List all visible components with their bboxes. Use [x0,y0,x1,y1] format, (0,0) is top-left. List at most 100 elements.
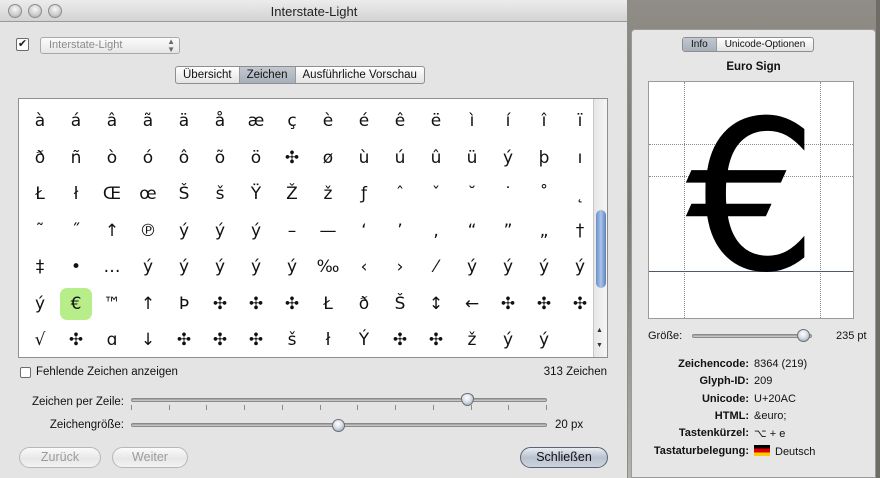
glyph-cell[interactable]: Ł [22,176,58,213]
glyph-cell[interactable]: ý [490,249,526,286]
glyph-cell[interactable]: é [346,103,382,140]
glyph-cell[interactable]: ð [346,286,382,323]
glyph-cell[interactable]: š [274,322,310,359]
glyph-cell[interactable]: ✣ [382,322,418,359]
next-button[interactable]: Weiter [112,447,188,468]
glyph-cell[interactable]: … [94,249,130,286]
scroll-thumb[interactable] [596,209,606,288]
glyph-cell[interactable]: ⁄ [418,249,454,286]
glyph-cell[interactable]: ã [130,103,166,140]
glyph-cell[interactable]: ˚ [526,176,562,213]
glyph-cell[interactable]: ’ [382,213,418,250]
title-bar[interactable]: Interstate-Light [0,0,627,22]
glyph-grid[interactable]: à á â ã ä å æ ç è é ê ë ì í î ï ð ñ ò ó ô õ ö ✣ ø ù ú û ü ý þ ı Łł Œœ Šš Ÿ Ž… [18,98,608,358]
glyph-cell[interactable]: ✣ [490,286,526,323]
glyph-cell[interactable]: ˝ [58,213,94,250]
glyph-cell[interactable]: ˇ [418,176,454,213]
glyph-cell[interactable]: ý [202,213,238,250]
preview-size-knob[interactable] [796,329,810,342]
glyph-cell[interactable]: Ł [310,286,346,323]
tab-unicode-options[interactable]: Unicode-Optionen [717,38,814,51]
glyph-cell[interactable]: Ÿ [238,176,274,213]
glyph-cell[interactable]: ø [310,140,346,177]
glyph-cell[interactable]: ö [238,140,274,177]
font-popup-button[interactable]: Interstate-Light ▲ ▼ [40,37,180,54]
glyph-cell[interactable]: Š [166,176,202,213]
glyph-cell[interactable]: ý [202,249,238,286]
glyph-cell[interactable]: ł [310,322,346,359]
glyph-cell[interactable]: ì [454,103,490,140]
glyph-cell[interactable]: “ [454,213,490,250]
glyph-cell[interactable]: ℗ [130,213,166,250]
glyph-cell[interactable]: ý [490,140,526,177]
glyph-cell[interactable]: ← [454,286,490,323]
font-enable-checkbox[interactable]: ✔ [16,38,29,51]
glyph-cell[interactable]: ✣ [166,322,202,359]
glyph-cell[interactable]: ✣ [238,322,274,359]
preview-size-track[interactable] [692,334,812,338]
glyph-cell[interactable]: ý [238,249,274,286]
glyph-cell[interactable]: å [202,103,238,140]
glyph-cell[interactable]: Œ [94,176,130,213]
glyph-cell[interactable]: ‘ [346,213,382,250]
glyph-cell[interactable]: ‹ [346,249,382,286]
glyph-cell[interactable]: — [310,213,346,250]
glyph-cell[interactable]: ‰ [310,249,346,286]
glyph-cell[interactable]: à [22,103,58,140]
close-button[interactable]: Schließen [520,447,608,468]
glyph-cell[interactable]: æ [238,103,274,140]
glyph-cell[interactable]: î [526,103,562,140]
glyph-cell[interactable]: ú [382,140,418,177]
glyph-cell[interactable]: ✣ [58,322,94,359]
glyph-cell[interactable]: ✣ [274,140,310,177]
glyph-cell[interactable]: í [490,103,526,140]
tab-detailed-preview[interactable]: Ausführliche Vorschau [296,67,424,83]
glyph-cell[interactable]: ˘ [454,176,490,213]
glyph-cell[interactable]: ë [418,103,454,140]
glyph-cell[interactable]: ý [274,249,310,286]
selected-glyph-cell[interactable]: € [58,286,94,323]
glyph-cell[interactable]: ý [490,322,526,359]
glyph-cell[interactable]: ù [346,140,382,177]
glyph-cell[interactable]: ˆ [382,176,418,213]
glyph-cell[interactable]: ✣ [526,286,562,323]
glyph-cell[interactable]: √ [22,322,58,359]
glyph-cell[interactable]: ž [310,176,346,213]
glyph-cell[interactable]: ↑ [94,213,130,250]
glyph-cell[interactable]: þ [526,140,562,177]
glyph-cell[interactable]: œ [130,176,166,213]
glyph-cell[interactable]: ý [238,213,274,250]
glyph-cell[interactable]: ó [130,140,166,177]
glyph-cell[interactable]: ž [454,322,490,359]
glyph-cell[interactable]: ô [166,140,202,177]
scroll-up-arrow-icon[interactable]: ▲ [596,327,603,334]
glyph-cell[interactable]: ä [166,103,202,140]
tab-overview[interactable]: Übersicht [176,67,240,83]
glyph-cell[interactable]: ✣ [274,286,310,323]
glyph-cell[interactable]: ê [382,103,418,140]
glyph-cell[interactable]: ý [22,286,58,323]
show-missing-glyphs-checkbox[interactable] [20,367,31,378]
glyph-cell[interactable]: ð [22,140,58,177]
glyph-cell[interactable]: ý [166,249,202,286]
glyph-cell[interactable]: ↑ [130,286,166,323]
glyph-cell[interactable]: – [274,213,310,250]
back-button[interactable]: Zurück [19,447,101,468]
glyph-cell[interactable]: ç [274,103,310,140]
glyph-grid-scrollbar[interactable]: ▲ ▼ [593,99,607,357]
glyph-cell[interactable]: ˙ [490,176,526,213]
glyph-cell[interactable]: ò [94,140,130,177]
glyph-cell[interactable]: ł [58,176,94,213]
glyph-cell[interactable]: ˜ [22,213,58,250]
glyph-cell[interactable]: ý [454,249,490,286]
glyph-cell[interactable]: â [94,103,130,140]
glyph-cell[interactable]: ñ [58,140,94,177]
glyph-cell[interactable]: Š [382,286,418,323]
glyph-cell[interactable]: š [202,176,238,213]
glyph-cell[interactable]: Ž [274,176,310,213]
glyph-cell[interactable]: ✣ [418,322,454,359]
glyph-cell[interactable]: ‡ [22,249,58,286]
glyph-cell[interactable]: ƒ [346,176,382,213]
glyph-cell[interactable]: û [418,140,454,177]
glyph-cell[interactable]: ✣ [202,286,238,323]
